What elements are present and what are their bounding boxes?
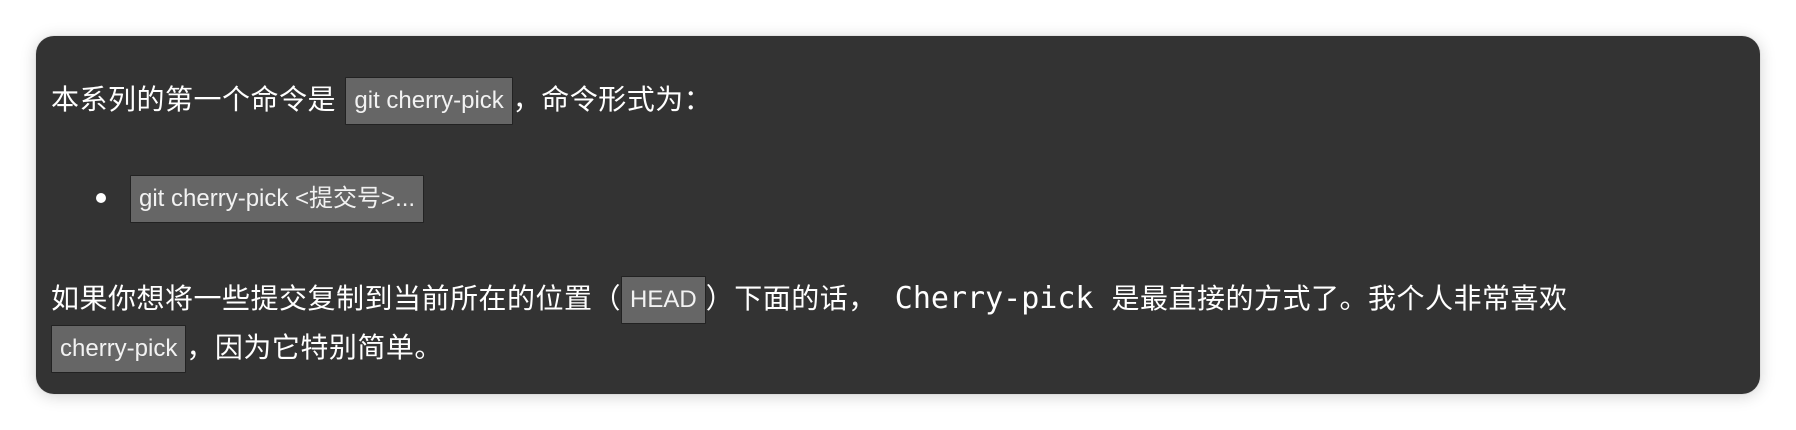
intro-suffix: ，命令形式为： <box>512 83 713 116</box>
inline-code-git-cherry-pick: git cherry-pick <box>345 77 513 125</box>
explanation-text-start: 如果你想将一些提交复制到当前所在的位置（ <box>51 282 622 315</box>
inline-code-cherry-pick: cherry-pick <box>51 325 187 373</box>
content-card: 本系列的第一个命令是 git cherry-pick ，命令形式为： git ch… <box>36 36 1760 394</box>
intro-text: 本系列的第一个命令是 <box>51 83 346 116</box>
bullet-icon <box>96 193 106 203</box>
page: 本系列的第一个命令是 git cherry-pick ，命令形式为： git ch… <box>0 0 1796 430</box>
cherry-pick-mono-text: Cherry-pick <box>876 281 1112 316</box>
inline-code-head: HEAD <box>621 276 706 324</box>
explanation-text-middle: ）下面的话， <box>705 282 877 315</box>
explanation-text-end: 是最直接的方式了。我个人非常喜欢 <box>1111 282 1568 315</box>
intro-paragraph: 本系列的第一个命令是 git cherry-pick ，命令形式为： <box>51 76 1745 125</box>
explanation-paragraph: 如果你想将一些提交复制到当前所在的位置（ HEAD ）下面的话， Cherry-pi… <box>51 275 1745 373</box>
list-item: git cherry-pick <提交号>... <box>96 174 425 223</box>
command-list: git cherry-pick <提交号>... <box>96 174 425 223</box>
explanation-closing-text: ，因为它特别简单。 <box>186 331 443 364</box>
inline-code-command-form: git cherry-pick <提交号>... <box>130 175 425 223</box>
